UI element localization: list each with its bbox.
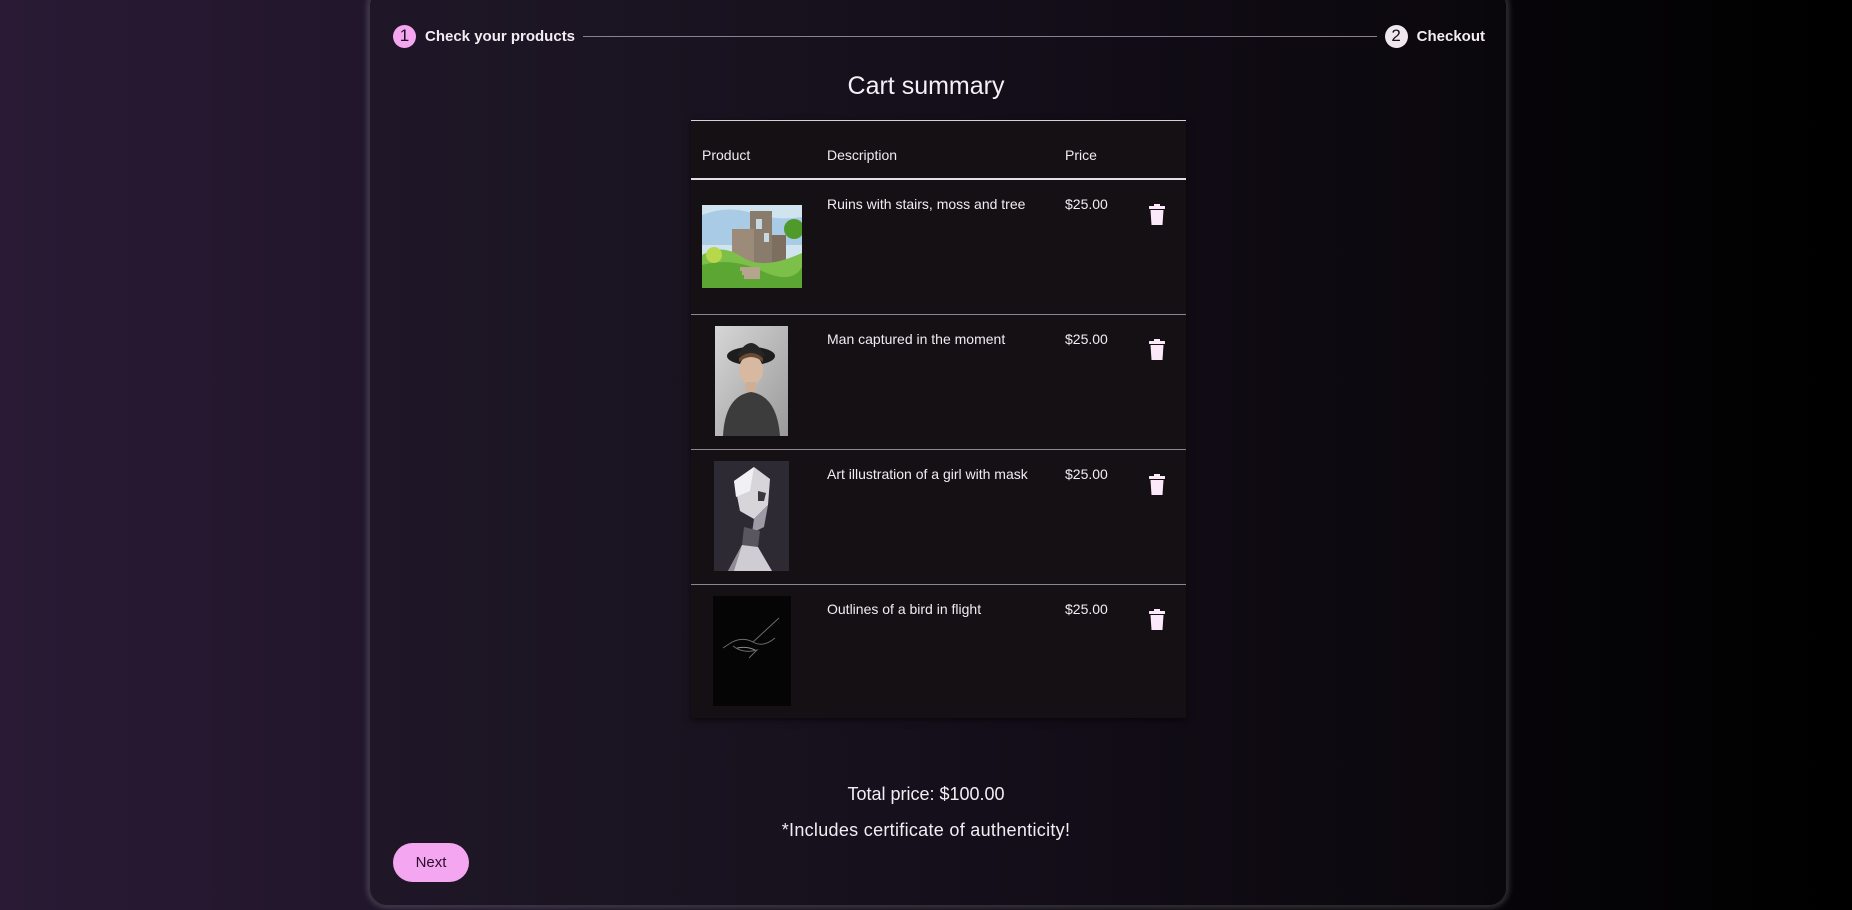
product-price: $25.00 [1065, 196, 1108, 212]
stepper: 1 Check your products 2 Checkout [393, 24, 1485, 48]
product-image-ruins [702, 205, 802, 288]
delete-button[interactable] [1147, 339, 1167, 361]
table-header: Product Description Price [691, 121, 1186, 180]
step-number-badge: 2 [1384, 24, 1408, 48]
product-description: Outlines of a bird in flight [827, 601, 982, 617]
step-check-products[interactable]: 1 Check your products [393, 24, 576, 48]
trash-icon [1149, 609, 1165, 630]
trash-icon [1149, 204, 1165, 225]
next-button[interactable]: Next [393, 843, 469, 882]
step-label: Check your products [425, 27, 576, 45]
product-description: Art illustration of a girl with mask [827, 466, 1028, 482]
delete-button[interactable] [1147, 609, 1167, 631]
table-row: Man captured in the moment $25.00 [691, 315, 1186, 450]
column-header-price: Price [1065, 147, 1097, 163]
total-price: Total price: $100.00 [847, 784, 1005, 804]
trash-icon [1149, 339, 1165, 360]
delete-button[interactable] [1147, 204, 1167, 226]
product-image-man [715, 326, 788, 436]
cart-table: Product Description Price Ruins with sta… [691, 120, 1186, 718]
product-price: $25.00 [1065, 466, 1108, 482]
step-label: Checkout [1416, 27, 1485, 45]
certificate-note: *Includes certificate of authenticity! [781, 820, 1071, 840]
step-checkout[interactable]: 2 Checkout [1384, 24, 1485, 48]
table-row: Art illustration of a girl with mask $25… [691, 450, 1186, 585]
product-image-girl-mask [714, 461, 789, 571]
step-connector [583, 35, 1377, 37]
product-price: $25.00 [1065, 331, 1108, 347]
table-row: Outlines of a bird in flight $25.00 [691, 585, 1186, 719]
delete-button[interactable] [1147, 474, 1167, 496]
column-header-description: Description [827, 147, 898, 163]
product-description: Ruins with stairs, moss and tree [827, 196, 1026, 212]
trash-icon [1149, 474, 1165, 495]
column-header-product: Product [702, 147, 751, 163]
step-number-badge: 1 [393, 24, 416, 48]
page-title: Cart summary [847, 72, 1005, 100]
product-description: Man captured in the moment [827, 331, 1006, 347]
product-image-bird [713, 596, 791, 706]
table-row: Ruins with stairs, moss and tree $25.00 [691, 180, 1186, 315]
product-price: $25.00 [1065, 601, 1108, 617]
